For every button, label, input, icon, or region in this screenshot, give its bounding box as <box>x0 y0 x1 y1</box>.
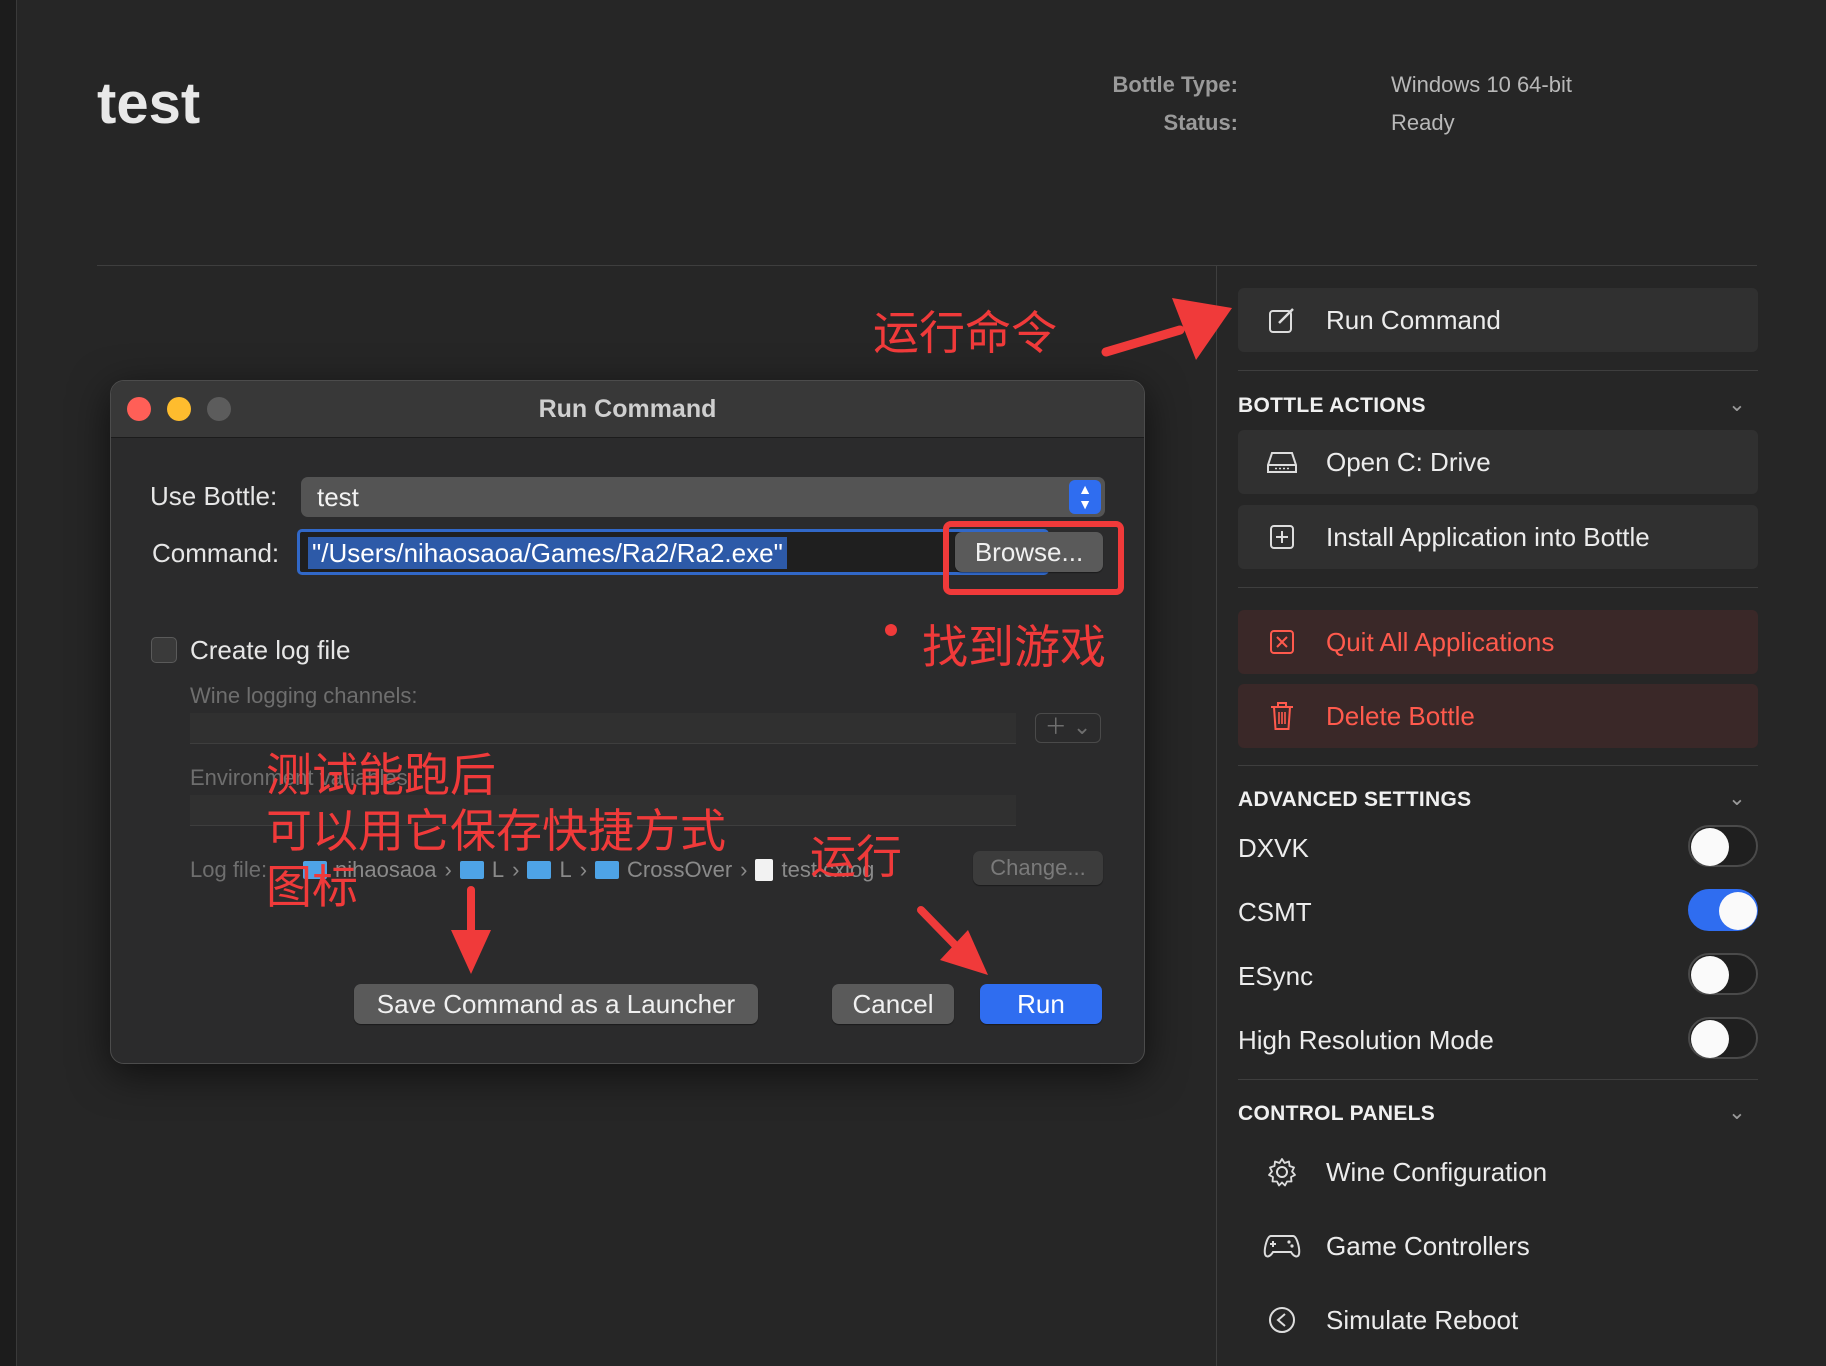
annotation-arrows <box>451 298 1232 975</box>
arrow-to-run-command <box>1101 325 1185 357</box>
arrow-to-run <box>917 906 962 952</box>
arrow-head <box>451 930 491 974</box>
